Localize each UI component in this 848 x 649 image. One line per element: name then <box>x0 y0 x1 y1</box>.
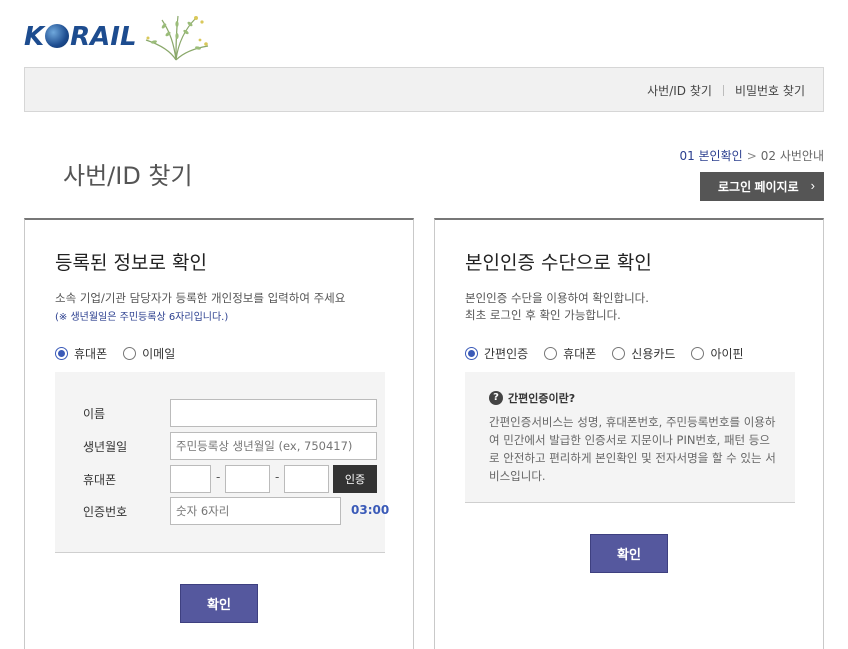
radio-phone[interactable]: 휴대폰 <box>55 345 107 362</box>
question-circle-icon: ? <box>489 391 503 405</box>
radio-button[interactable] <box>544 347 558 360</box>
page-title: 사번/ID 찾기 <box>63 162 193 190</box>
phone-part3-input[interactable] <box>284 465 329 493</box>
radio-simple-auth[interactable]: 간편인증 <box>465 345 528 362</box>
desc-line-1: 본인인증 수단을 이용하여 확인합니다. <box>465 291 649 305</box>
globe-icon <box>45 24 70 48</box>
radio-label: 휴대폰 <box>563 347 597 361</box>
right-panel-description: 본인인증 수단을 이용하여 확인합니다. 최초 로그인 후 확인 가능합니다. <box>465 290 649 324</box>
step-indicator: 01 본인확인 >02 사번안내 <box>679 147 824 164</box>
topnav-find-password-link[interactable]: 비밀번호 찾기 <box>735 82 805 99</box>
left-panel-description: 소속 기업/기관 담당자가 등록한 개인정보를 입력하여 주세요 <box>55 291 346 305</box>
radio-button[interactable] <box>123 347 137 360</box>
right-panel-title: 본인인증 수단으로 확인 <box>465 252 652 274</box>
auth-method-panel: 본인인증 수단으로 확인 본인인증 수단을 이용하여 확인합니다. 최초 로그인… <box>434 218 824 649</box>
radio-email[interactable]: 이메일 <box>123 345 175 362</box>
auth-code-input[interactable] <box>170 497 341 525</box>
birthdate-note: (※ 생년월일은 주민등록상 6자리입니다.) <box>55 312 229 323</box>
phone-label: 휴대폰 <box>83 473 117 487</box>
info-title-text: 간편인증이란? <box>508 392 576 405</box>
login-button-label: 로그인 페이지로 <box>718 180 799 194</box>
desc-line-2: 최초 로그인 후 확인 가능합니다. <box>465 308 621 322</box>
radio-phone[interactable]: 휴대폰 <box>544 345 596 362</box>
phone-part2-input[interactable] <box>225 465 270 493</box>
radio-label: 간편인증 <box>484 347 529 361</box>
step-1-label: 01 본인확인 <box>679 149 743 163</box>
radio-label: 이메일 <box>142 347 176 361</box>
radio-label: 아이핀 <box>710 347 744 361</box>
simple-auth-info-box: ? 간편인증이란? 간편인증서비스는 성명, 휴대폰번호, 주민등록번호를 이용… <box>465 372 795 503</box>
plant-decoration-icon <box>145 15 209 61</box>
topnav-find-id-link[interactable]: 사번/ID 찾기 <box>647 82 712 99</box>
name-label: 이름 <box>83 407 106 421</box>
top-navigation-bar: 사번/ID 찾기 비밀번호 찾기 <box>24 67 824 112</box>
radio-button-checked[interactable] <box>465 347 478 360</box>
request-auth-button[interactable]: 인증 <box>333 465 377 493</box>
radio-button[interactable] <box>691 347 705 360</box>
info-title: ? 간편인증이란? <box>489 390 575 406</box>
top-nav: 사번/ID 찾기 비밀번호 찾기 <box>647 82 805 99</box>
radio-label: 휴대폰 <box>74 347 108 361</box>
chevron-right-icon: › <box>810 178 815 193</box>
auth-method-radio-group: 간편인증 휴대폰 신용카드 아이핀 <box>465 345 760 362</box>
topnav-divider <box>722 85 724 96</box>
auth-timer: 03:00 <box>351 503 390 517</box>
right-confirm-button[interactable]: 확인 <box>590 534 668 573</box>
registered-info-panel: 등록된 정보로 확인 소속 기업/기관 담당자가 등록한 개인정보를 입력하여 … <box>24 218 414 649</box>
contact-method-radio-group: 휴대폰 이메일 <box>55 345 191 362</box>
left-confirm-button[interactable]: 확인 <box>180 584 258 623</box>
auth-code-label: 인증번호 <box>83 505 128 519</box>
step-2-label: 02 사번안내 <box>760 149 824 163</box>
birthdate-input[interactable] <box>170 432 377 460</box>
phone-part1-input[interactable] <box>170 465 211 493</box>
identity-form: 이름 생년월일 휴대폰 - - 인증 인증번호 03:00 <box>55 372 389 553</box>
phone-dash: - <box>216 470 221 484</box>
radio-credit-card[interactable]: 신용카드 <box>612 345 675 362</box>
radio-button[interactable] <box>612 347 626 360</box>
logo-text: K RAIL <box>24 22 137 52</box>
info-body: 간편인증서비스는 성명, 휴대폰번호, 주민등록번호를 이용하여 민간에서 발급… <box>489 415 776 483</box>
phone-dash: - <box>275 470 280 484</box>
left-panel-title: 등록된 정보로 확인 <box>55 252 207 274</box>
korail-logo[interactable]: K RAIL <box>24 14 214 62</box>
radio-label: 신용카드 <box>631 347 676 361</box>
radio-button-checked[interactable] <box>55 347 68 360</box>
name-input[interactable] <box>170 399 377 427</box>
go-to-login-button[interactable]: 로그인 페이지로 › <box>700 172 824 201</box>
step-arrow: > <box>746 149 757 163</box>
radio-ipin[interactable]: 아이핀 <box>691 345 744 362</box>
birthdate-label: 생년월일 <box>83 440 128 454</box>
